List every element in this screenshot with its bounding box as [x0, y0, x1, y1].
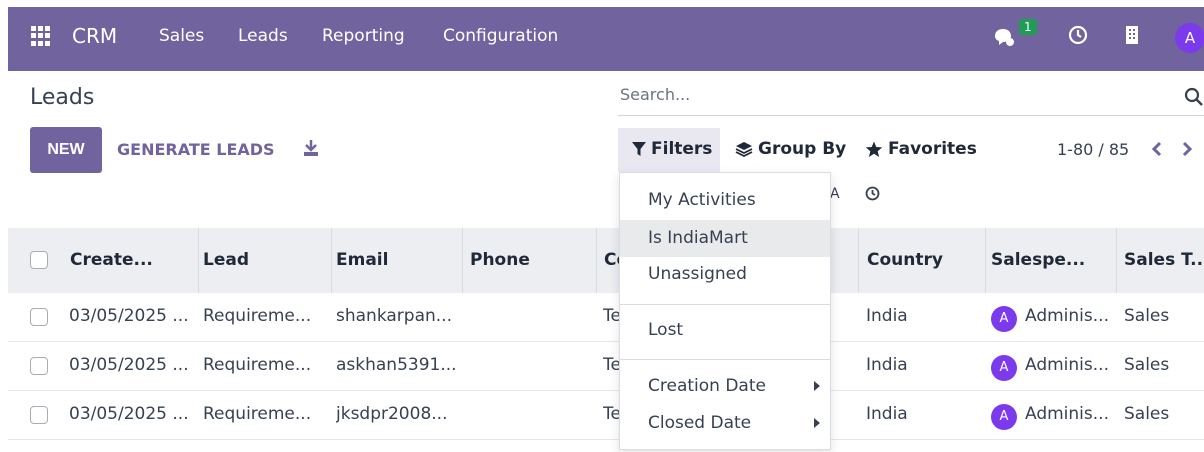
cell-created: 03/05/2025 ...: [69, 404, 189, 424]
chevron-right-icon[interactable]: [1180, 140, 1194, 158]
cell-phone: [470, 293, 595, 342]
filters-button[interactable]: Filters: [618, 128, 720, 172]
top-navbar: CRM Sales Leads Reporting Configuration …: [8, 7, 1204, 71]
cell-salesperson: Adminis...: [1025, 355, 1109, 375]
page-title: Leads: [30, 85, 95, 110]
column-sales-team[interactable]: Sales T...: [1117, 228, 1204, 293]
cell-salesperson: Adminis...: [1025, 306, 1109, 326]
caret-right-icon: [814, 381, 820, 391]
search-bar[interactable]: Search...: [618, 82, 1204, 116]
filters-dropdown: My Activities Is IndiaMart Unassigned Lo…: [619, 172, 831, 450]
avatar: A: [991, 355, 1017, 381]
table-header: Create... Lead Email Phone Co Country Sa…: [8, 228, 1204, 293]
row-checkbox[interactable]: [30, 406, 48, 424]
filter-lost[interactable]: Lost: [620, 312, 830, 349]
filter-funnel-icon: [632, 142, 646, 156]
menu-configuration[interactable]: Configuration: [443, 26, 558, 46]
chat-icon[interactable]: [993, 27, 1015, 47]
cell-phone: [470, 342, 595, 391]
cell-lead: Requireme...: [203, 306, 312, 326]
activity-clock-icon[interactable]: [1068, 25, 1088, 45]
generate-leads-button[interactable]: GENERATE LEADS: [117, 140, 275, 159]
filter-unassigned[interactable]: Unassigned: [620, 256, 830, 293]
cell-country: India: [866, 306, 908, 326]
cell-email: shankarpan...: [336, 306, 452, 326]
table-row[interactable]: 03/05/2025 ... Requireme... askhan5391..…: [8, 342, 1204, 391]
menu-reporting[interactable]: Reporting: [322, 26, 405, 46]
search-input[interactable]: Search...: [620, 85, 690, 104]
cell-email: jksdpr2008...: [336, 404, 448, 424]
pager-value[interactable]: 1-80 / 85: [1057, 140, 1129, 159]
cell-created: 03/05/2025 ...: [69, 306, 189, 326]
hint-letter: A: [830, 186, 840, 202]
avatar: A: [991, 306, 1017, 332]
group-by-button[interactable]: Group By: [735, 139, 846, 159]
cell-sales-team: Sales: [1124, 306, 1170, 326]
chat-counter-badge: 1: [1019, 19, 1037, 35]
user-avatar[interactable]: A: [1175, 23, 1204, 53]
favorites-button[interactable]: Favorites: [865, 139, 977, 159]
avatar: A: [991, 404, 1017, 430]
column-created[interactable]: Create...: [63, 228, 199, 293]
column-salesperson[interactable]: Salespe...: [984, 228, 1117, 293]
filters-label: Filters: [651, 139, 713, 159]
company-building-icon[interactable]: [1123, 25, 1141, 45]
filter-creation-date[interactable]: Creation Date: [620, 368, 830, 405]
apps-menu-icon[interactable]: [31, 26, 51, 46]
cell-phone: [470, 391, 595, 440]
dropdown-divider: [620, 359, 830, 360]
row-checkbox[interactable]: [30, 308, 48, 326]
dropdown-divider: [620, 304, 830, 305]
download-icon[interactable]: [302, 139, 320, 157]
cell-email: askhan5391...: [336, 355, 457, 375]
filter-my-activities[interactable]: My Activities: [620, 182, 830, 219]
cell-sales-team: Sales: [1124, 404, 1170, 424]
cell-country: India: [866, 404, 908, 424]
filter-is-indiamart[interactable]: Is IndiaMart: [620, 220, 830, 257]
table-row[interactable]: 03/05/2025 ... Requireme... shankarpan..…: [8, 293, 1204, 342]
cell-country: India: [866, 355, 908, 375]
column-lead[interactable]: Lead: [196, 228, 332, 293]
clock-icon: [865, 186, 880, 201]
caret-right-icon: [814, 418, 820, 428]
select-all-checkbox[interactable]: [30, 251, 48, 269]
row-checkbox[interactable]: [30, 357, 48, 375]
cell-created: 03/05/2025 ...: [69, 355, 189, 375]
cell-lead: Requireme...: [203, 404, 312, 424]
cell-sales-team: Sales: [1124, 355, 1170, 375]
cell-lead: Requireme...: [203, 355, 312, 375]
menu-leads[interactable]: Leads: [238, 26, 288, 46]
column-email[interactable]: Email: [329, 228, 463, 293]
search-icon[interactable]: [1184, 87, 1204, 107]
app-name[interactable]: CRM: [72, 24, 117, 48]
column-country[interactable]: Country: [860, 228, 986, 293]
new-button[interactable]: NEW: [30, 127, 102, 173]
filter-closed-date[interactable]: Closed Date: [620, 405, 830, 442]
table-row[interactable]: 03/05/2025 ... Requireme... jksdpr2008..…: [8, 391, 1204, 440]
cell-salesperson: Adminis...: [1025, 404, 1109, 424]
menu-sales[interactable]: Sales: [159, 26, 204, 46]
chevron-left-icon[interactable]: [1150, 140, 1164, 158]
column-phone[interactable]: Phone: [463, 228, 597, 293]
